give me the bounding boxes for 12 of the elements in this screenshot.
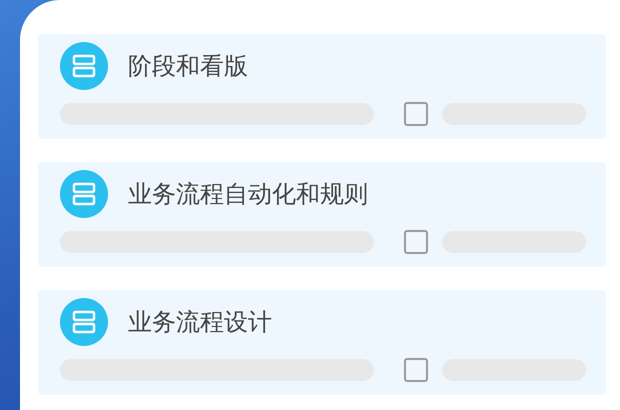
list-icon: [60, 42, 108, 90]
item-card[interactable]: 业务流程设计: [38, 290, 606, 395]
checkbox[interactable]: [404, 230, 428, 254]
list-icon: [60, 170, 108, 218]
item-title: 业务流程设计: [128, 307, 272, 338]
checkbox[interactable]: [404, 358, 428, 382]
item-card[interactable]: 阶段和看版: [38, 34, 606, 139]
item-card[interactable]: 业务流程自动化和规则: [38, 162, 606, 267]
list-icon: [60, 298, 108, 346]
checkbox[interactable]: [404, 102, 428, 126]
item-title: 业务流程自动化和规则: [128, 179, 368, 210]
item-title: 阶段和看版: [128, 51, 248, 82]
